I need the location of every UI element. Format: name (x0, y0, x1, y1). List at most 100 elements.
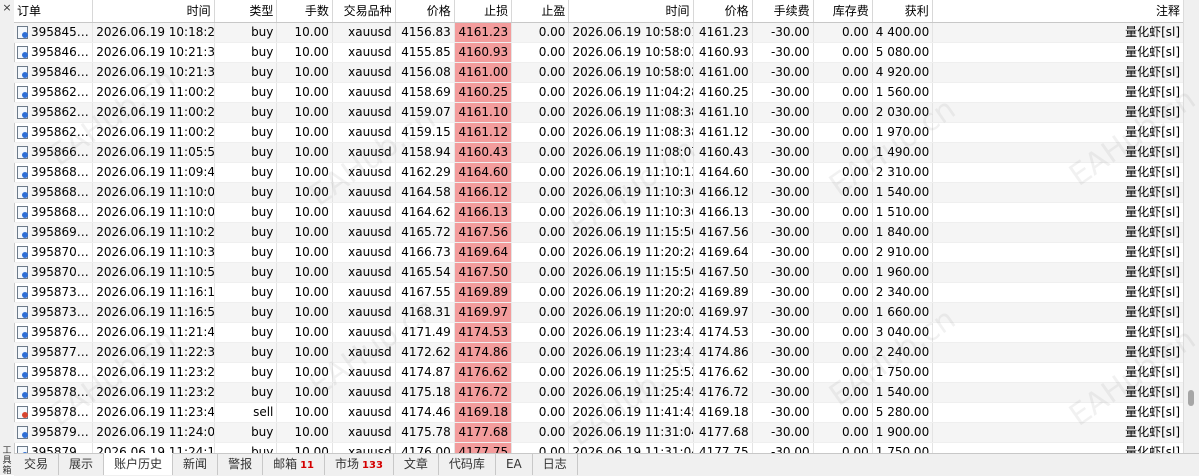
scrollbar-thumb[interactable] (1188, 390, 1194, 406)
symbol-cell: xauusd (333, 423, 396, 442)
buy-order-icon (17, 226, 28, 239)
col-header-type[interactable]: 类型 (215, 0, 278, 22)
order-id: 395870… (31, 265, 89, 279)
swap-cell: 0.00 (814, 23, 873, 42)
stop-loss-cell: 4167.50 (454, 263, 513, 282)
table-row[interactable]: 395846… 2026.06.19 10:21:35 buy 10.00 xauusd… (14, 43, 1184, 63)
col-header-swap[interactable]: 库存费 (814, 0, 873, 22)
symbol-cell: xauusd (333, 163, 396, 182)
type-cell: buy (215, 63, 278, 82)
swap-cell: 0.00 (814, 83, 873, 102)
type-cell: buy (215, 183, 278, 202)
table-row[interactable]: 395877… 2026.06.19 11:22:30 buy 10.00 xauusd… (14, 343, 1184, 363)
commission-cell: -30.00 (753, 303, 814, 322)
table-row[interactable]: 395862… 2026.06.19 11:00:21 buy 10.00 xauusd… (14, 123, 1184, 143)
tab-badge: 133 (362, 460, 383, 471)
buy-order-icon (17, 326, 28, 339)
table-row[interactable]: 395879… 2026.06.19 11:24:08 buy 10.00 xauusd… (14, 423, 1184, 443)
swap-cell: 0.00 (814, 403, 873, 422)
open-time-cell: 2026.06.19 11:23:43 (93, 403, 215, 422)
swap-cell: 0.00 (814, 243, 873, 262)
take-profit-cell: 0.00 (512, 163, 570, 182)
table-row[interactable]: 395845… 2026.06.19 10:18:22 buy 10.00 xauusd… (14, 23, 1184, 43)
table-row[interactable]: 395878… 2026.06.19 11:23:25 buy 10.00 xauusd… (14, 363, 1184, 383)
col-header-open-time[interactable]: 时间 (93, 0, 215, 22)
col-header-profit[interactable]: 获利 (873, 0, 933, 22)
order-cell: 395877… (14, 343, 94, 362)
table-row[interactable]: 395878… 2026.06.19 11:23:25 buy 10.00 xauusd… (14, 383, 1184, 403)
swap-cell: 0.00 (814, 103, 873, 122)
tab-8[interactable]: 代码库 (439, 454, 496, 475)
tab-2[interactable]: 账户历史 (104, 453, 174, 475)
tab-6[interactable]: 市场 133 (325, 454, 394, 475)
swap-cell: 0.00 (814, 383, 873, 402)
order-id: 395862… (31, 125, 89, 139)
open-time-cell: 2026.06.19 11:22:30 (93, 343, 215, 362)
col-header-take-profit[interactable]: 止盈 (512, 0, 570, 22)
order-id: 395845… (31, 25, 89, 39)
symbol-cell: xauusd (333, 363, 396, 382)
tab-1[interactable]: 展示 (59, 454, 105, 475)
tab-10[interactable]: 日志 (533, 454, 578, 475)
toolbox-sideband[interactable]: × 工具箱 (0, 0, 15, 476)
take-profit-cell: 0.00 (512, 283, 570, 302)
table-row[interactable]: 395868… 2026.06.19 11:09:42 buy 10.00 xauusd… (14, 163, 1184, 183)
tab-7[interactable]: 文章 (394, 454, 439, 475)
table-row[interactable]: 395873… 2026.06.19 11:16:16 buy 10.00 xauusd… (14, 283, 1184, 303)
close-price-cell: 4174.53 (694, 323, 753, 342)
col-header-close-time[interactable]: 时间 (569, 0, 694, 22)
stop-loss-cell: 4177.75 (454, 443, 513, 453)
table-row[interactable]: 395873… 2026.06.19 11:16:57 buy 10.00 xauusd… (14, 303, 1184, 323)
col-header-comment[interactable]: 注释 (933, 0, 1184, 22)
table-row[interactable]: 395878… 2026.06.19 11:23:43 sell 10.00 xauus… (14, 403, 1184, 423)
vertical-scrollbar[interactable] (1183, 0, 1199, 453)
col-header-order[interactable]: 订单 (14, 0, 94, 22)
table-row[interactable]: 395868… 2026.06.19 11:10:00 buy 10.00 xauusd… (14, 183, 1184, 203)
table-row[interactable]: 395869… 2026.06.19 11:10:21 buy 10.00 xauusd… (14, 223, 1184, 243)
stop-loss-cell: 4160.25 (454, 83, 513, 102)
tab-9[interactable]: EA (496, 454, 533, 475)
close-icon[interactable]: × (1, 2, 13, 14)
type-cell: buy (215, 43, 278, 62)
col-header-commission[interactable]: 手续费 (753, 0, 814, 22)
profit-cell: 3 040.00 (873, 323, 933, 342)
swap-cell: 0.00 (814, 263, 873, 282)
close-time-cell: 2026.06.19 11:10:13 (569, 163, 694, 182)
buy-order-icon (17, 186, 28, 199)
col-header-close-price[interactable]: 价格 (694, 0, 753, 22)
tab-5[interactable]: 邮箱 11 (263, 454, 326, 475)
col-header-stop-loss[interactable]: 止损 (455, 0, 513, 22)
comment-cell: 量化虾[sl] (933, 83, 1184, 102)
table-row[interactable]: 395846… 2026.06.19 10:21:35 buy 10.00 xauusd… (14, 63, 1184, 83)
table-row[interactable]: 395870… 2026.06.19 11:10:33 buy 10.00 xauusd… (14, 243, 1184, 263)
table-row[interactable]: 395866… 2026.06.19 11:05:56 buy 10.00 xauusd… (14, 143, 1184, 163)
volume-cell: 10.00 (277, 23, 333, 42)
tab-3[interactable]: 新闻 (173, 454, 219, 475)
swap-cell: 0.00 (814, 63, 873, 82)
table-row[interactable]: 395870… 2026.06.19 11:10:53 buy 10.00 xauusd… (14, 263, 1184, 283)
symbol-cell: xauusd (333, 83, 396, 102)
close-price-cell: 4169.89 (694, 283, 753, 302)
order-cell: 395845… (14, 23, 94, 42)
open-price-cell: 4165.72 (396, 223, 455, 242)
col-header-open-price[interactable]: 价格 (396, 0, 455, 22)
tab-4[interactable]: 警报 (218, 454, 264, 475)
table-row[interactable]: 395868… 2026.06.19 11:10:00 buy 10.00 xauusd… (14, 203, 1184, 223)
tab-label: 账户历史 (114, 457, 163, 471)
type-cell: buy (215, 143, 278, 162)
order-cell: 395873… (14, 303, 94, 322)
col-header-symbol[interactable]: 交易品种 (333, 0, 396, 22)
close-price-cell: 4160.93 (694, 43, 753, 62)
col-header-volume[interactable]: 手数 (277, 0, 333, 22)
table-row[interactable]: 395862… 2026.06.19 11:00:20 buy 10.00 xauusd… (14, 83, 1184, 103)
order-cell: 395846… (14, 43, 94, 62)
table-row[interactable]: 395879… 2026.06.19 11:24:10 buy 10.00 xauusd… (14, 443, 1184, 453)
open-price-cell: 4176.00 (396, 443, 455, 453)
table-row[interactable]: 395862… 2026.06.19 11:00:21 buy 10.00 xauusd… (14, 103, 1184, 123)
table-row[interactable]: 395876… 2026.06.19 11:21:49 buy 10.00 xauusd… (14, 323, 1184, 343)
tab-0[interactable]: 交易 (14, 454, 60, 475)
type-cell: buy (215, 203, 278, 222)
buy-order-icon (17, 386, 28, 399)
open-time-cell: 2026.06.19 10:21:35 (93, 43, 215, 62)
open-price-cell: 4175.78 (396, 423, 455, 442)
